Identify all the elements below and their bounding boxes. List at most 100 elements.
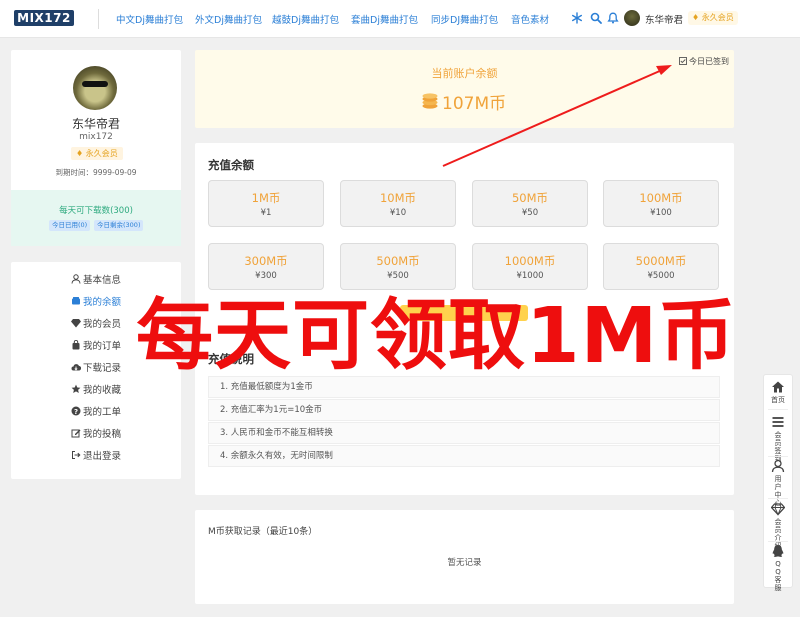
star-icon — [71, 384, 81, 393]
menu-item-balance[interactable]: 我的余额 — [71, 296, 121, 310]
menu-label-favorites: 我的收藏 — [83, 385, 122, 396]
float-qq-service[interactable]: QQ客服 — [764, 544, 792, 592]
package-amount: 1M币 — [251, 191, 281, 205]
package-price: ¥500 — [387, 271, 409, 281]
remaining-today-badge: 今日剩余(300) — [94, 220, 144, 231]
note-item: 4. 余额永久有效，无时间限制 — [208, 445, 720, 467]
package-amount: 5000M币 — [635, 254, 687, 268]
bell-icon[interactable] — [607, 12, 619, 24]
package-5000[interactable]: 5000M币 ¥5000 — [603, 243, 719, 290]
balance-card: 当前账户余额 107M币 今日已签到 — [195, 50, 734, 128]
menu-item-tickets[interactable]: ? 我的工单 — [71, 406, 121, 420]
menu-label-balance: 我的余额 — [83, 297, 122, 308]
recharge-title: 充值余额 — [208, 158, 254, 172]
list-icon — [772, 417, 784, 427]
float-label: 首页 — [771, 396, 785, 404]
package-300[interactable]: 300M币 ¥300 — [208, 243, 324, 290]
header-avatar[interactable] — [624, 10, 640, 26]
menu-item-submissions[interactable]: 我的投稿 — [71, 428, 121, 442]
checkbox-icon — [679, 57, 687, 65]
download-quota-box: 每天可下载数(300) 今日已用(0) 今日剩余(300) — [11, 190, 181, 246]
nav-sound-material[interactable]: 音色素材 — [511, 12, 549, 26]
menu-item-favorites[interactable]: 我的收藏 — [71, 384, 121, 398]
profile-vip-badge: ♦ 永久会员 — [71, 147, 123, 160]
package-amount: 10M币 — [379, 191, 417, 205]
edit-icon — [71, 429, 81, 438]
package-100[interactable]: 100M币 ¥100 — [603, 180, 719, 227]
float-home[interactable]: 首页 — [764, 380, 792, 404]
package-1000[interactable]: 1000M币 ¥1000 — [472, 243, 588, 290]
header-vip-badge: ♦ 永久会员 — [688, 11, 738, 25]
site-logo[interactable]: MIX172 — [14, 10, 74, 26]
package-price: ¥100 — [650, 208, 672, 218]
menu-label-submissions: 我的投稿 — [83, 429, 122, 440]
package-price: ¥1 — [260, 208, 272, 218]
float-label: QQ客服 — [774, 560, 782, 592]
nav-chinese-dj[interactable]: 中文Dj舞曲打包 — [116, 12, 183, 26]
package-price: ¥300 — [255, 271, 277, 281]
profile-user-id: mix172 — [79, 132, 113, 142]
header-vip-label: 永久会员 — [701, 13, 734, 22]
package-500[interactable]: 500M币 ¥500 — [340, 243, 456, 290]
menu-item-orders[interactable]: 我的订单 — [71, 340, 121, 354]
nav-sync-dj[interactable]: 同步DJ舞曲打包 — [431, 12, 498, 26]
diamond-icon — [71, 319, 81, 328]
package-amount: 1000M币 — [504, 254, 556, 268]
top-navbar: MIX172 中文Dj舞曲打包 外文Dj舞曲打包 越鼓Dj舞曲打包 套曲Dj舞曲… — [0, 0, 800, 38]
records-empty: 暂无记录 — [447, 558, 482, 568]
promo-overlay-text: 每天可领取1M币 — [136, 292, 737, 381]
package-price: ¥5000 — [647, 271, 675, 281]
logout-icon — [72, 451, 81, 459]
signed-in-status[interactable]: 今日已签到 — [689, 56, 729, 67]
menu-label-basic-info: 基本信息 — [83, 275, 122, 286]
wallet-icon — [72, 297, 80, 305]
menu-label-membership: 我的会员 — [83, 319, 122, 330]
nav-medley-dj[interactable]: 套曲Dj舞曲打包 — [351, 12, 418, 26]
float-user-center[interactable]: 用户中心 — [764, 459, 792, 507]
package-price: ¥1000 — [516, 271, 544, 281]
snowflake-icon[interactable] — [571, 12, 583, 24]
package-1[interactable]: 1M币 ¥1 — [208, 180, 324, 227]
nav-foreign-dj[interactable]: 外文Dj舞曲打包 — [195, 12, 262, 26]
menu-item-downloads[interactable]: 下载记录 — [71, 362, 121, 376]
profile-card: 东华帝君 mix172 ♦ 永久会员 到期时间：9999-09-09 每天可下载… — [11, 50, 181, 246]
logo-divider — [98, 9, 99, 29]
menu-item-logout[interactable]: 退出登录 — [71, 450, 121, 464]
menu-item-basic-info[interactable]: 基本信息 — [71, 274, 121, 288]
bag-icon — [72, 340, 80, 350]
package-price: ¥10 — [389, 208, 407, 218]
daily-download-count: 每天可下载数(300) — [59, 206, 133, 216]
package-amount: 300M币 — [244, 254, 288, 268]
menu-label-tickets: 我的工单 — [83, 407, 122, 418]
balance-value: 107M币 — [442, 94, 507, 114]
menu-label-orders: 我的订单 — [83, 341, 122, 352]
svg-text:?: ? — [74, 408, 78, 416]
coins-icon — [422, 93, 438, 109]
nav-drum-dj[interactable]: 越鼓Dj舞曲打包 — [272, 12, 339, 26]
records-title: M币获取记录（最近10条） — [208, 527, 318, 537]
user-icon — [771, 459, 785, 473]
search-icon[interactable] — [590, 12, 602, 24]
profile-avatar — [73, 66, 117, 110]
menu-label-logout: 退出登录 — [83, 451, 122, 462]
profile-vip-label: 永久会员 — [85, 149, 118, 158]
package-amount: 500M币 — [376, 254, 420, 268]
expire-date: 到期时间：9999-09-09 — [55, 168, 137, 177]
note-item: 2. 充值汇率为1元=10金币 — [208, 399, 720, 421]
diamond-icon — [771, 503, 785, 516]
home-icon — [772, 381, 784, 393]
records-card: M币获取记录（最近10条） 暂无记录 — [195, 510, 734, 604]
package-price: ¥50 — [521, 208, 539, 218]
profile-name: 东华帝君 — [71, 117, 120, 131]
used-today-badge: 今日已用(0) — [49, 220, 91, 231]
float-vip-intro[interactable]: 会员介绍 — [764, 502, 792, 550]
menu-label-downloads: 下载记录 — [83, 363, 122, 374]
header-username[interactable]: 东华帝君 — [645, 12, 683, 26]
right-float-bar: 首页 会员签到 用户中心 会员介绍 QQ客服 — [763, 374, 793, 592]
question-icon: ? — [71, 406, 81, 416]
menu-item-membership[interactable]: 我的会员 — [71, 318, 121, 332]
package-10[interactable]: 10M币 ¥10 — [340, 180, 456, 227]
cloud-download-icon — [71, 364, 81, 371]
package-50[interactable]: 50M币 ¥50 — [472, 180, 588, 227]
balance-label: 当前账户余额 — [431, 67, 498, 80]
